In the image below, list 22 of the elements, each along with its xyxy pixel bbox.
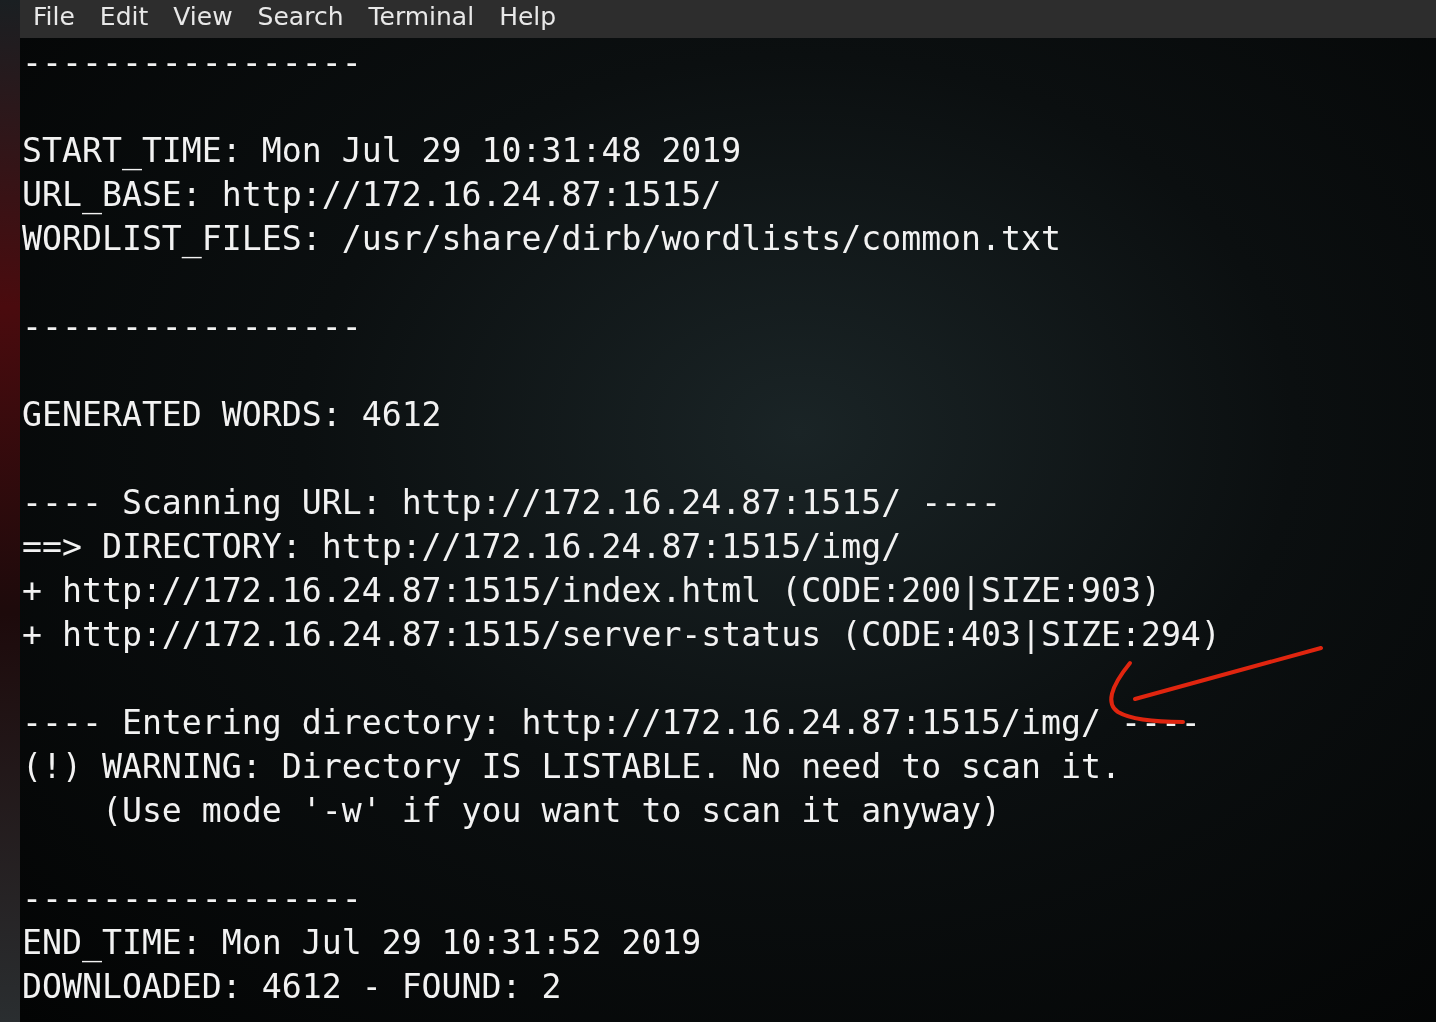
menu-item[interactable]: View — [173, 2, 233, 32]
terminal-line: WORDLIST_FILES: /usr/share/dirb/wordlists/common.txt — [22, 218, 1061, 261]
terminal-line: ---- Entering directory: http://172.16.24.87:1515/img/ ---- — [22, 702, 1201, 744]
terminal-line: (!) WARNING: Directory IS LISTABLE. No need to scan it. — [22, 746, 1121, 788]
menu-item[interactable]: Help — [499, 2, 557, 32]
terminal-line: ---- Scanning URL: http://172.16.24.87:1515/ ---- — [22, 482, 1002, 524]
menu-item[interactable]: Terminal — [368, 2, 475, 32]
terminal-line: END_TIME: Mon Jul 29 10:31:52 2019 — [22, 922, 702, 965]
menu-item[interactable]: Search — [257, 2, 344, 32]
menu-item[interactable]: Edit — [99, 2, 149, 32]
terminal-line: ----------------- — [22, 306, 362, 348]
terminal-line: GENERATED WORDS: 4612 — [22, 394, 442, 436]
terminal-line: ----------------- — [22, 878, 362, 920]
terminal-line: DOWNLOADED: 4612 - FOUND: 2 — [22, 966, 562, 1008]
terminal-line: URL_BASE: http://172.16.24.87:1515/ — [22, 174, 722, 217]
menu-item[interactable]: File — [33, 2, 75, 32]
terminal-line: START_TIME: Mon Jul 29 10:31:48 2019 — [22, 130, 742, 173]
terminal-line: + http://172.16.24.87:1515/index.html (CODE:200|SIZE:903) — [22, 570, 1161, 612]
terminal-line: ==> DIRECTORY: http://172.16.24.87:1515/img/ — [22, 526, 902, 568]
terminal-line: + http://172.16.24.87:1515/server-status (CODE:403|SIZE:294) — [22, 614, 1221, 656]
terminal-line: (Use mode '-w' if you want to scan it anyway) — [100, 790, 1002, 832]
terminal-line: ----------------- — [22, 42, 362, 84]
